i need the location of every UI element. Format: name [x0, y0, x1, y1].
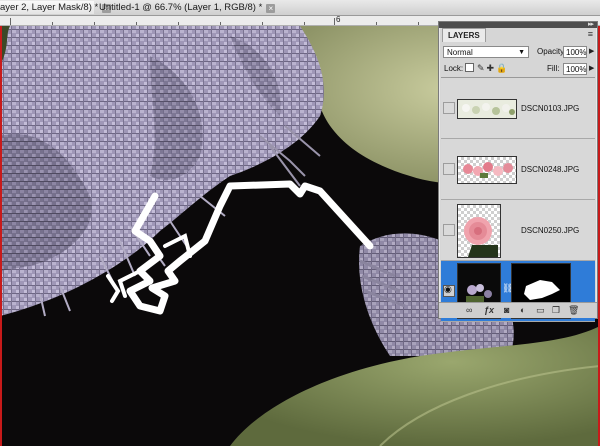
lock-options: ✎✚🔒 [465, 63, 509, 74]
fx-icon[interactable]: ƒx [484, 304, 494, 316]
panel-footer: ∞ ƒx ◙ ◐ ▭ ❐ 🗑 [439, 302, 597, 318]
ruler-tick [376, 22, 377, 25]
chevron-down-icon: ▼ [518, 49, 525, 56]
ruler-tick [220, 22, 221, 25]
layer-name[interactable]: DSCN0103.JPG [521, 104, 579, 113]
visibility-toggle[interactable]: ◉ [443, 284, 455, 297]
opacity-slider-arrow-icon[interactable]: ▶ [589, 47, 594, 55]
layer-name[interactable]: DSCN0248.JPG [521, 165, 579, 174]
ruler-tick [52, 22, 53, 25]
tab-label: ayer 2, Layer Mask/8) * [0, 2, 99, 13]
lock-position-icon[interactable]: ✚ [487, 63, 497, 73]
canvas-boundary [0, 26, 2, 446]
lock-transparency-icon[interactable] [465, 63, 474, 72]
layers-panel: ▸▸ LAYERS ≡ Normal ▼ Opacity: 100% ▶ Loc… [438, 20, 598, 322]
layer-thumbnail [457, 99, 517, 119]
fill-slider-arrow-icon[interactable]: ▶ [589, 64, 594, 72]
thumbnail-image [464, 217, 498, 257]
fill-label: Fill: [547, 64, 560, 73]
document-tab-bar: ayer 2, Layer Mask/8) * × Untitled-1 @ 66… [0, 0, 600, 16]
ruler-tick [262, 22, 263, 25]
visibility-toggle[interactable] [443, 163, 455, 175]
collapse-icon[interactable]: ▸▸ [588, 20, 594, 28]
lock-label: Lock: [444, 64, 464, 73]
document-tab-untitled[interactable]: Untitled-1 @ 66.7% (Layer 1, RGB/8) * × [99, 1, 299, 14]
layer-row[interactable]: DSCN0248.JPG [441, 139, 595, 200]
new-layer-icon[interactable]: ❐ [552, 304, 560, 316]
visibility-toggle[interactable] [443, 102, 455, 114]
thumbnail-image [458, 100, 516, 118]
layer-row[interactable]: DSCN0103.JPG [441, 78, 595, 139]
tab-layers[interactable]: LAYERS [442, 28, 486, 42]
ruler-tick [304, 22, 305, 25]
panel-menu-icon[interactable]: ≡ [588, 29, 593, 39]
layer-name[interactable]: DSCN0250.JPG [521, 226, 579, 235]
lock-all-icon[interactable]: 🔒 [496, 63, 509, 73]
lock-pixels-icon[interactable]: ✎ [477, 63, 487, 73]
eye-icon: ◉ [444, 284, 452, 294]
ruler-tick [418, 22, 419, 25]
thumbnail-image [463, 162, 513, 178]
layer-thumbnail [457, 204, 501, 258]
ruler-tick [178, 22, 179, 25]
layer-thumbnail [457, 156, 517, 184]
trash-icon[interactable]: 🗑 [568, 304, 579, 316]
new-group-icon[interactable]: ▭ [536, 304, 545, 316]
fill-field[interactable]: 100% [563, 63, 587, 75]
ruler-tick [10, 18, 11, 25]
ruler-tick [136, 22, 137, 25]
ruler-label: 6 [336, 15, 341, 24]
adjustment-layer-icon[interactable]: ◐ [520, 304, 525, 316]
opacity-label: Opacity: [537, 47, 567, 56]
add-mask-icon[interactable]: ◙ [504, 304, 509, 316]
close-icon[interactable]: × [266, 4, 276, 13]
blend-mode-select[interactable]: Normal ▼ [443, 46, 529, 58]
opacity-field[interactable]: 100% [563, 46, 587, 58]
ruler-tick [94, 22, 95, 25]
blend-mode-value: Normal [447, 48, 473, 57]
document-tab-layer-mask[interactable]: ayer 2, Layer Mask/8) * × [0, 1, 112, 14]
layer-row[interactable]: DSCN0250.JPG [441, 200, 595, 261]
ruler-tick [334, 18, 335, 25]
link-layers-icon[interactable]: ∞ [466, 304, 472, 316]
layers-list: DSCN0103.JPG DSCN0248.JPG DSCN0250.JPG ◉… [441, 77, 595, 322]
visibility-toggle[interactable] [443, 224, 455, 236]
tab-label: Untitled-1 @ 66.7% (Layer 1, RGB/8) * [99, 2, 263, 13]
